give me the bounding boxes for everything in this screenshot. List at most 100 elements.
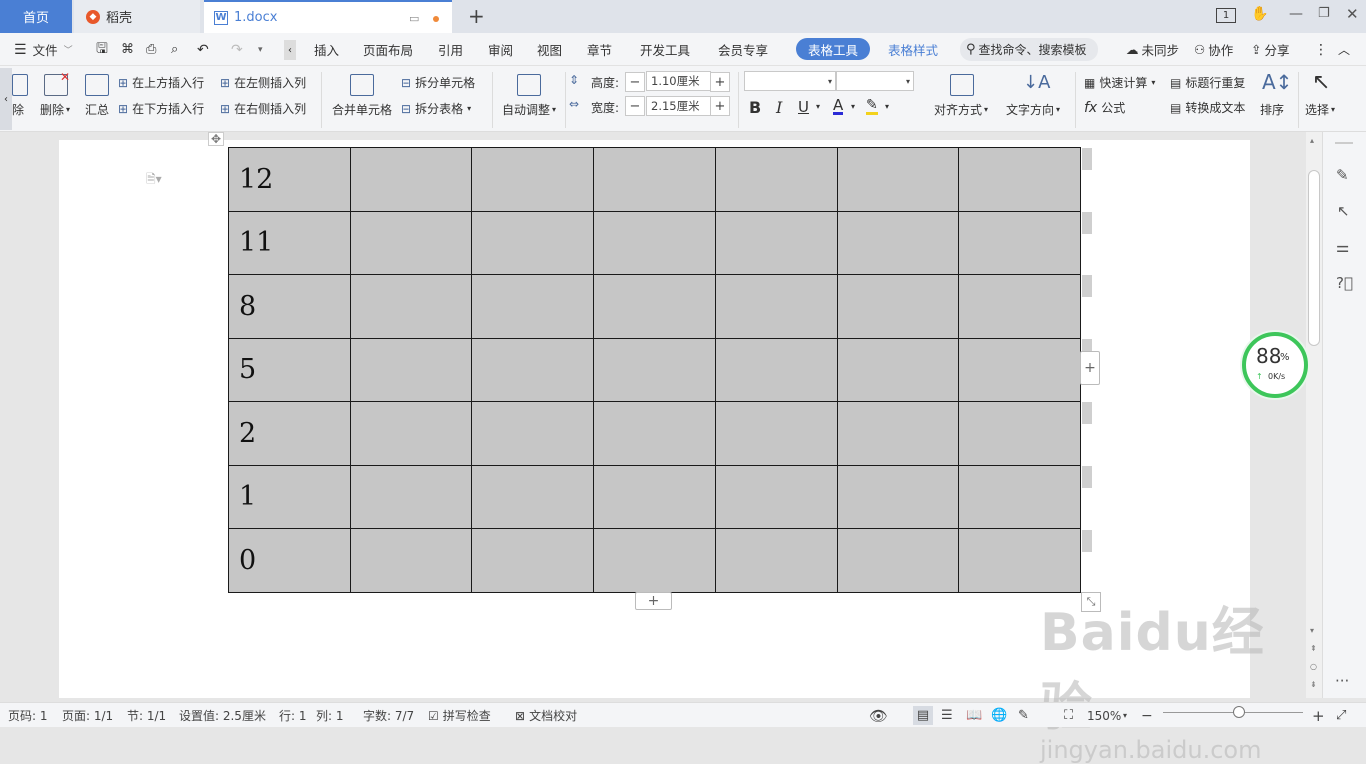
read-view-icon[interactable]: 📖 [966,703,982,728]
tab-daoke[interactable]: ◆ 稻壳 [74,0,200,33]
prev-page-icon[interactable]: ⇞ [1310,644,1317,653]
bold-icon[interactable]: B [749,98,761,117]
table-cell[interactable]: 12 [228,147,351,212]
outline-view-icon[interactable]: ☰ [941,703,953,728]
table-cell[interactable]: 1 [228,464,351,529]
ribbon-scroll-left-icon[interactable]: ‹ [0,68,12,130]
paragraph-nav-icon[interactable]: 🗎▾ [146,170,162,191]
width-decrease-button[interactable]: − [625,96,645,116]
vertical-scrollbar[interactable]: ▴ ▾ ⇞ ○ ⇟ [1306,132,1322,698]
table-cell[interactable] [471,528,595,593]
table-cell[interactable] [349,337,473,402]
web-view-icon[interactable]: 🌐 [991,703,1007,728]
table-cell[interactable] [714,210,838,275]
command-search[interactable]: ⚲ 查找命令、搜索模板 [960,38,1098,61]
status-setting[interactable]: 设置值: 2.5厘米 [179,703,266,728]
menu-developer[interactable]: 开发工具 [640,33,690,66]
format-painter-icon[interactable]: ⌘ [121,33,134,66]
table-cell[interactable] [349,210,473,275]
fullscreen-icon[interactable]: ⤢ [1336,703,1346,728]
save-icon[interactable]: 🖫 [96,33,108,66]
table-cell[interactable] [471,147,595,212]
add-row-button[interactable]: + [635,592,672,610]
tab-table-tools[interactable]: 表格工具 [796,38,871,60]
table-cell[interactable]: 0 [228,528,351,593]
pointer-icon[interactable]: ↖ [1337,202,1350,220]
share-button[interactable]: ⇪ 分享 [1251,33,1290,66]
select-button[interactable]: 选择 ▾ [1305,101,1335,118]
table-cell[interactable] [349,464,473,529]
font-size-select[interactable]: ▾ [836,71,914,91]
scroll-up-icon[interactable]: ▴ [1310,136,1314,145]
font-family-select[interactable]: ▾ [744,71,836,91]
status-section[interactable]: 节: 1/1 [127,703,166,728]
height-increase-button[interactable]: + [710,72,730,92]
table-cell[interactable] [593,337,716,402]
align-button[interactable]: 对齐方式 ▾ [934,101,988,118]
print-preview-icon[interactable]: ⌕ [171,33,178,66]
zoom-slider-thumb[interactable] [1233,706,1245,718]
width-input[interactable]: 2.15厘米 [646,96,711,116]
menu-insert[interactable]: 插入 [314,33,339,66]
tab-document[interactable]: W 1.docx ▭ [204,0,452,33]
tab-table-style[interactable]: 表格样式 [888,33,938,66]
split-cells-button[interactable]: ⊟ 拆分单元格 [401,74,475,91]
formula-button[interactable]: fx 公式 [1084,99,1125,116]
next-page-icon[interactable]: ⇟ [1310,680,1317,689]
scroll-left-icon[interactable]: ‹ [284,40,296,60]
sync-status[interactable]: ☁ 未同步 [1126,33,1179,66]
summary-button[interactable]: 汇总 [85,101,109,118]
table-cell[interactable] [714,147,838,212]
fit-page-icon[interactable]: ⛶ [1064,703,1073,728]
table-cell[interactable] [349,401,473,466]
delete-cells-button[interactable]: 除 [12,101,24,118]
table-cell[interactable] [836,401,960,466]
table-cell[interactable] [471,464,595,529]
status-col[interactable]: 列: 1 [316,703,344,728]
insert-col-right-button[interactable]: ⊞ 在右侧插入列 [220,100,306,117]
text-direction-button[interactable]: 文字方向 ▾ [1006,101,1060,118]
table-cell[interactable] [836,528,960,593]
page-view-icon[interactable]: ▤ [913,706,933,725]
font-color-dropdown-icon[interactable]: ▾ [851,102,855,111]
table-cell[interactable] [349,274,473,339]
insert-row-above-button[interactable]: ⊞ 在上方插入行 [118,74,204,91]
table-cell[interactable] [714,464,838,529]
status-word-count[interactable]: 字数: 7/7 [363,703,414,728]
table-cell[interactable] [349,147,473,212]
height-decrease-button[interactable]: − [625,72,645,92]
menu-chapter[interactable]: 章节 [587,33,612,66]
insert-row-below-button[interactable]: ⊞ 在下方插入行 [118,100,204,117]
table-cell[interactable] [958,274,1081,339]
table-cell[interactable] [714,337,838,402]
table-cell[interactable] [471,274,595,339]
status-page-code[interactable]: 页码: 1 [8,703,48,728]
repeat-header-button[interactable]: ▤ 标题行重复 [1170,74,1245,91]
highlight-icon[interactable]: ✎ [866,98,878,115]
more-options-icon[interactable]: ··· [1335,672,1349,690]
new-tab-button[interactable]: + [468,4,485,28]
table-cell[interactable] [836,464,960,529]
table-cell[interactable] [958,210,1081,275]
width-increase-button[interactable]: + [710,96,730,116]
table-cell[interactable] [714,401,838,466]
file-menu[interactable]: ☰ 文件 ﹀ [14,33,73,66]
zoom-in-icon[interactable]: + [1312,703,1325,728]
print-icon[interactable]: ⎙ [146,33,156,66]
scrollbar-thumb[interactable] [1308,170,1320,346]
table-cell[interactable] [714,528,838,593]
scroll-down-icon[interactable]: ▾ [1310,626,1314,635]
skin-icon[interactable]: ✋ [1251,6,1268,22]
font-color-icon[interactable]: A [833,98,844,115]
collab-button[interactable]: ⚇ 协作 [1194,33,1233,66]
page-count-badge[interactable]: 1 [1216,8,1236,23]
split-table-button[interactable]: ⊟ 拆分表格 ▾ [401,100,471,117]
zoom-out-icon[interactable]: − [1141,703,1153,728]
table-cell[interactable] [836,147,960,212]
table-cell[interactable] [471,210,595,275]
table-cell[interactable] [958,147,1081,212]
italic-icon[interactable]: I [776,98,782,117]
minimize-icon[interactable]: — [1289,6,1303,22]
data-table[interactable]: 12 11 8 5 2 1 0 [228,147,1081,593]
table-cell[interactable]: 2 [228,401,351,466]
